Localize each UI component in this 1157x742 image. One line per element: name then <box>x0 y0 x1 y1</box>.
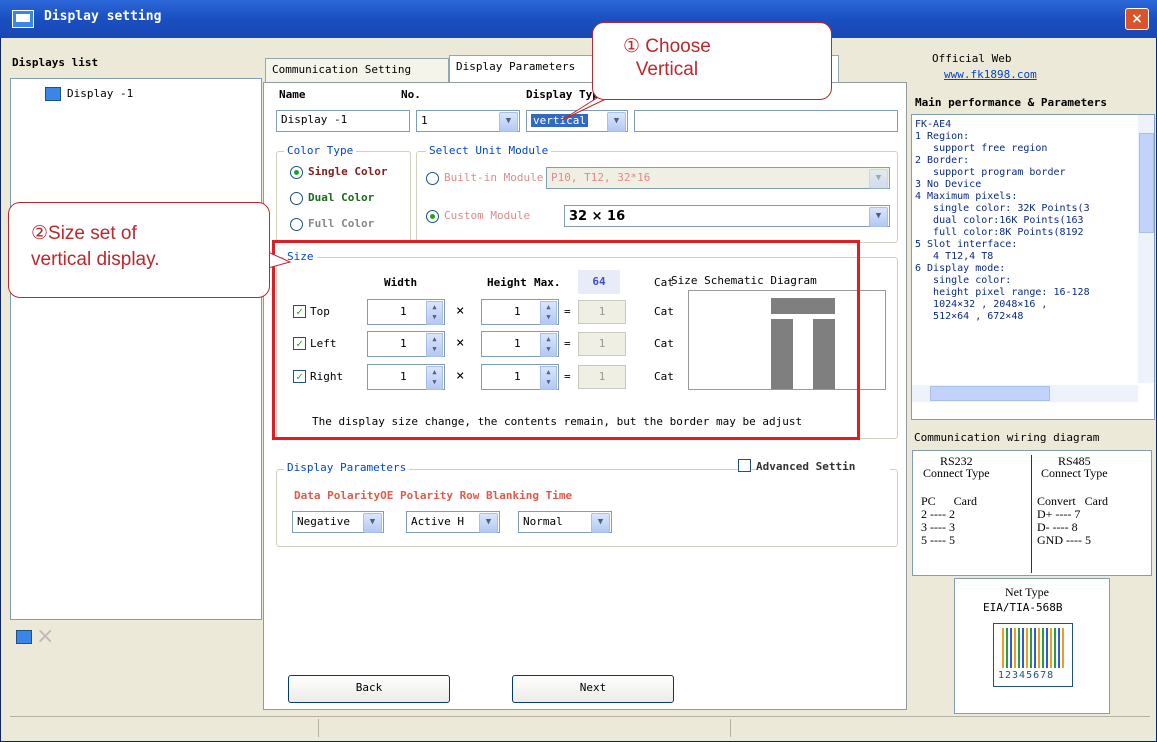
callout-size-set-text: ②Size set of vertical display. <box>31 223 160 270</box>
callout-choose-vertical-text: ① Choose Vertical <box>623 36 711 80</box>
callout-choose-vertical: ① Choose Vertical <box>592 22 832 100</box>
callout-tails <box>267 95 613 269</box>
callout-size-set: ②Size set of vertical display. <box>8 202 270 298</box>
